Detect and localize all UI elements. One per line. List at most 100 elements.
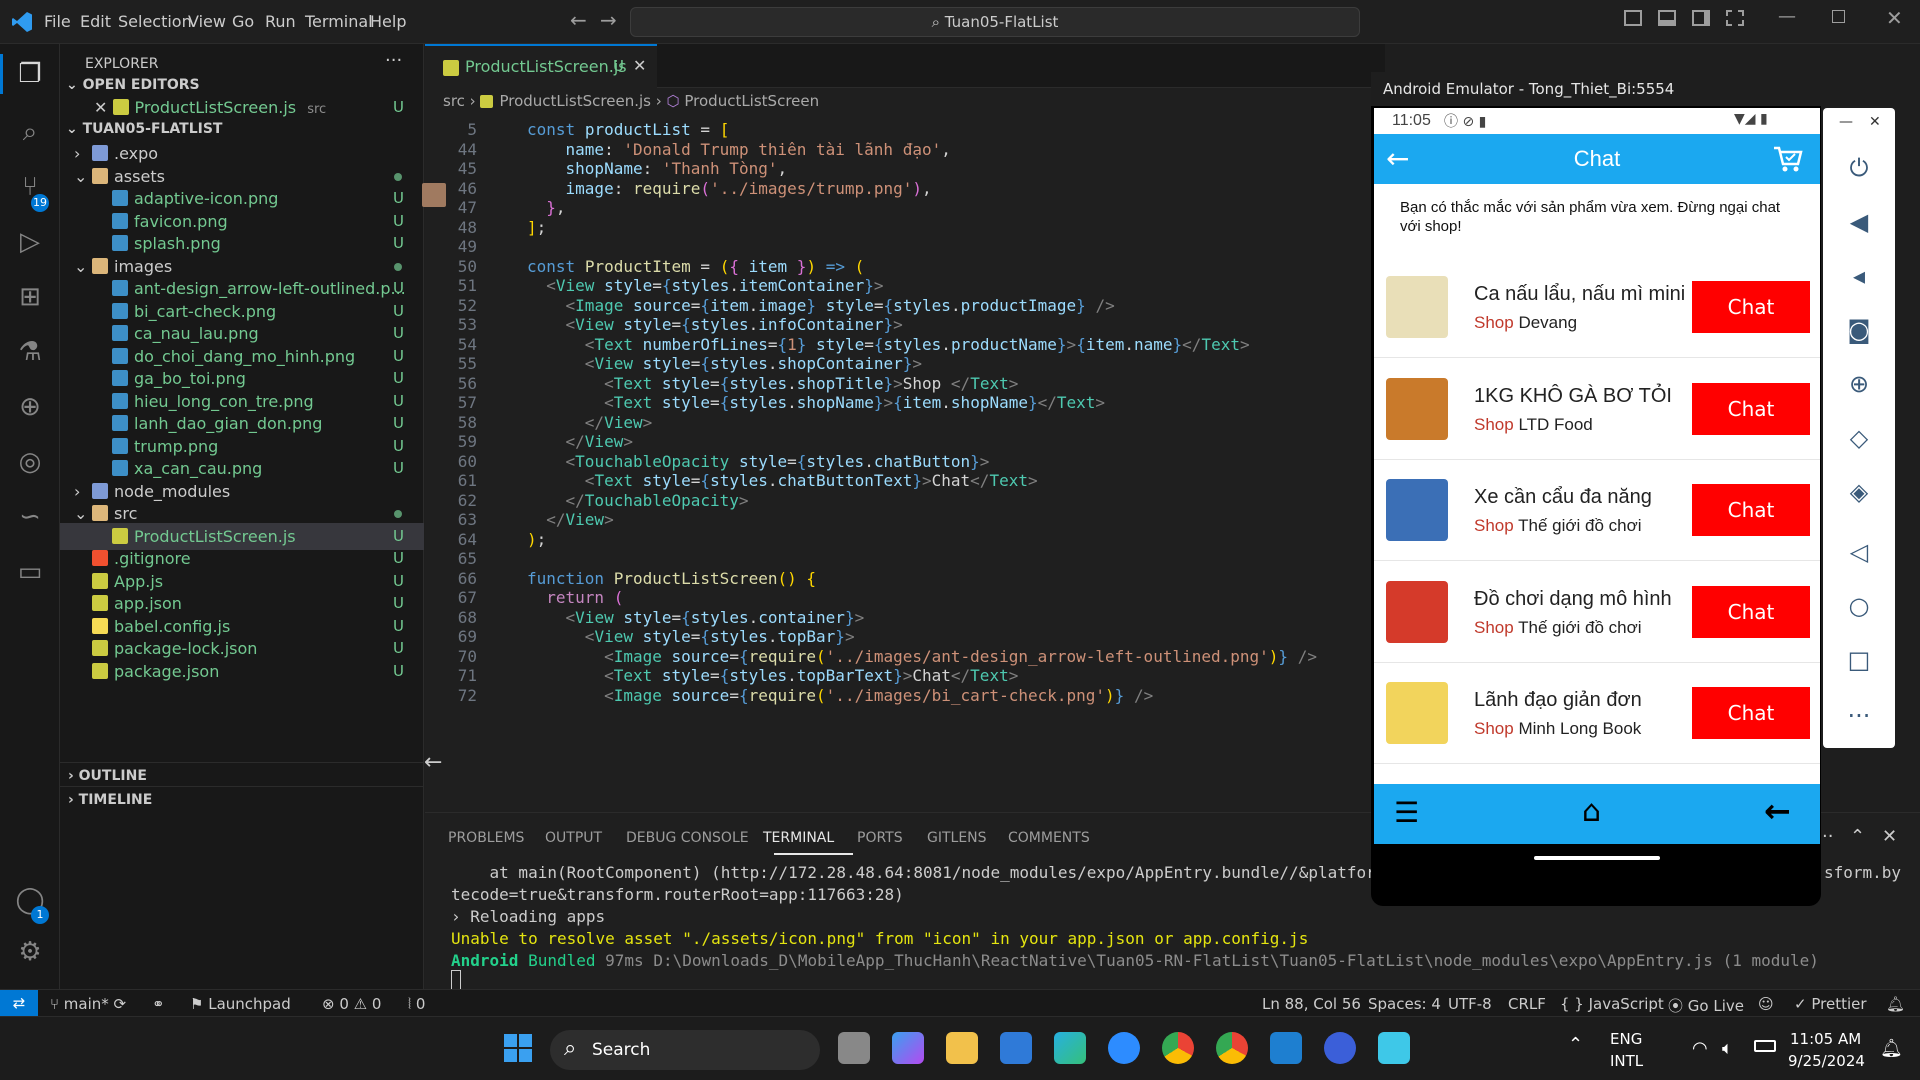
zoom-icon[interactable]: ⊕ <box>1845 370 1873 398</box>
terminal-cursor[interactable] <box>451 970 461 990</box>
go-live-button[interactable]: ⦿ Go Live <box>1668 995 1744 1016</box>
rotate-left-icon[interactable]: ◇ <box>1845 424 1873 452</box>
back-nav-icon[interactable]: ◁ <box>1845 538 1873 566</box>
timeline-section[interactable]: › TIMELINE <box>60 786 424 813</box>
customize-layout-icon[interactable] <box>1726 10 1744 26</box>
copilot-taskbar-icon[interactable] <box>892 1032 924 1064</box>
run-debug-icon[interactable]: ▷ <box>12 224 48 260</box>
menu-help[interactable]: Help <box>370 12 406 31</box>
task-view-icon[interactable] <box>838 1032 870 1064</box>
problems-status[interactable]: ⊗ 0 ⚠ 0 <box>322 995 381 1013</box>
panel-tab-debug-console[interactable]: DEBUG CONSOLE <box>626 830 749 846</box>
toggle-sidebar-icon[interactable] <box>1624 10 1642 26</box>
power-icon[interactable]: ⏻ <box>1845 154 1873 182</box>
remote-indicator-icon[interactable]: ⇄ <box>0 990 38 1017</box>
chat-button[interactable]: Chat <box>1692 484 1810 536</box>
vscode-taskbar-icon[interactable] <box>1270 1032 1302 1064</box>
input-language[interactable]: ENG <box>1610 1030 1642 1048</box>
command-center-search[interactable]: ⌕ Tuan05-FlatList <box>630 7 1360 37</box>
zoom-icon[interactable] <box>1108 1032 1140 1064</box>
gitlens-status-icon[interactable]: ⚭ <box>152 995 165 1013</box>
edge-icon[interactable] <box>1054 1032 1086 1064</box>
chat-icon[interactable]: ▭ <box>12 554 48 590</box>
close-emulator-icon[interactable]: ✕ <box>1869 114 1881 130</box>
panel-tab-terminal[interactable]: TERMINAL <box>763 830 834 846</box>
tree-item-package-json[interactable]: package.json U <box>60 658 424 685</box>
ports-status[interactable]: ⦚ 0 <box>408 995 425 1013</box>
maximize-panel-icon[interactable]: ⌃ <box>1850 826 1865 847</box>
indentation[interactable]: Spaces: 4 <box>1368 995 1441 1013</box>
cursor-position[interactable]: Ln 88, Col 56 <box>1262 995 1361 1013</box>
panel-tab-output[interactable]: OUTPUT <box>545 830 602 846</box>
more-actions-icon[interactable]: ··· <box>385 50 402 71</box>
menu-terminal[interactable]: Terminal <box>305 12 373 31</box>
product-item[interactable]: Lãnh đạo giản đơn Shop Minh Long Book Chat <box>1374 664 1820 764</box>
testing-icon[interactable]: ⚗ <box>12 334 48 370</box>
close-window-icon[interactable]: ✕ <box>1886 6 1903 30</box>
chrome-icon[interactable] <box>1162 1032 1194 1064</box>
chevron-up-icon[interactable]: ⌃ <box>1568 1034 1583 1055</box>
code-line[interactable]: 72 <Image source={require('../images/bi_… <box>425 684 1385 708</box>
breadcrumb-symbol[interactable]: ProductListScreen <box>684 92 819 110</box>
eol[interactable]: CRLF <box>1508 995 1546 1013</box>
clock-date[interactable]: 9/25/2024 <box>1788 1052 1865 1070</box>
notifications-bell-icon[interactable]: 🔔︎ <box>1886 995 1905 1013</box>
explorer-icon[interactable]: ❐ <box>12 56 48 92</box>
search-view-icon[interactable]: ⌕ <box>12 114 48 150</box>
emulator-taskbar-icon[interactable] <box>1378 1032 1410 1064</box>
breadcrumb-src[interactable]: src <box>443 92 465 110</box>
volume-down-icon[interactable]: ◂ <box>1845 262 1873 290</box>
gesture-handle[interactable] <box>1534 856 1660 860</box>
language-mode[interactable]: { } JavaScript <box>1560 995 1664 1013</box>
file-explorer-icon[interactable] <box>946 1032 978 1064</box>
home-icon[interactable]: ⌂ <box>1582 794 1601 829</box>
notification-bell-icon[interactable]: 🔔︎ <box>1880 1038 1903 1059</box>
android-studio-icon[interactable] <box>1324 1032 1356 1064</box>
close-tab-icon[interactable]: ✕ <box>633 56 646 75</box>
volume-up-icon[interactable]: ◀︎ <box>1845 208 1873 236</box>
restore-icon[interactable] <box>1832 10 1845 23</box>
camera-icon[interactable]: ◙ <box>1845 316 1873 344</box>
panel-tab-gitlens[interactable]: GITLENS <box>927 830 987 846</box>
input-layout[interactable]: INTL <box>1610 1052 1643 1070</box>
copilot-icon[interactable]: ☺ <box>1758 995 1774 1013</box>
panel-tab-problems[interactable]: PROBLEMS <box>448 830 524 846</box>
outline-section[interactable]: › OUTLINE <box>60 762 424 789</box>
close-editor-icon[interactable]: ✕ <box>94 98 113 117</box>
cart-check-icon[interactable] <box>1772 144 1804 174</box>
back-icon[interactable]: ← <box>1764 792 1791 830</box>
battery-icon[interactable] <box>1754 1040 1776 1052</box>
rotate-right-icon[interactable]: ◈ <box>1845 478 1873 506</box>
chat-button[interactable]: Chat <box>1692 281 1810 333</box>
settings-gear-icon[interactable]: ⚙ <box>12 934 48 970</box>
more-options-icon[interactable]: ··· <box>1845 702 1873 730</box>
product-item[interactable]: Ca nấu lẩu, nấu mì mini Shop Devang Chat <box>1374 258 1820 358</box>
chat-button[interactable]: Chat <box>1692 585 1810 638</box>
more-panel-icon[interactable]: ·· <box>1822 826 1833 847</box>
mail-icon[interactable] <box>1000 1032 1032 1064</box>
branch-status[interactable]: ⑂ main* ⟳ <box>50 995 126 1013</box>
remote-explorer-icon[interactable]: ◎ <box>12 444 48 480</box>
app-screen[interactable]: 11:05 ⓘ ⊘ ▮ ▼◢ ▮ ← Chat Bạn có thắc mắc … <box>1374 108 1820 874</box>
close-panel-icon[interactable]: ✕ <box>1882 826 1897 847</box>
tab-productlistscreen[interactable]: ProductListScreen.js U ✕ <box>425 44 657 88</box>
timeline-icon[interactable]: ∽ <box>12 499 48 535</box>
toggle-panel-icon[interactable] <box>1658 10 1676 26</box>
chat-button[interactable]: Chat <box>1692 687 1810 739</box>
clock-time[interactable]: 11:05 AM <box>1790 1030 1861 1048</box>
wifi-icon[interactable]: ◠ <box>1692 1038 1708 1059</box>
menu-run[interactable]: Run <box>265 12 296 31</box>
menu-go[interactable]: Go <box>232 12 254 31</box>
chrome-profile-icon[interactable] <box>1216 1032 1248 1064</box>
minimize-emulator-icon[interactable]: — <box>1839 114 1853 130</box>
menu-icon[interactable]: ☰ <box>1394 796 1419 829</box>
toggle-secondary-sidebar-icon[interactable] <box>1692 10 1710 26</box>
panel-tab-ports[interactable]: PORTS <box>857 830 903 846</box>
breadcrumb-file[interactable]: ProductListScreen.js <box>499 92 651 110</box>
menu-edit[interactable]: Edit <box>80 12 111 31</box>
forward-arrow-icon[interactable]: → <box>600 8 617 32</box>
minimize-icon[interactable]: — <box>1778 6 1796 27</box>
back-arrow-icon[interactable]: ← <box>570 8 587 32</box>
product-item[interactable]: Xe cần cẩu đa năng Shop Thế giới đồ chơi C… <box>1374 461 1820 561</box>
product-item[interactable]: Đồ chơi dạng mô hình Shop Thế giới đồ chơ… <box>1374 563 1820 663</box>
